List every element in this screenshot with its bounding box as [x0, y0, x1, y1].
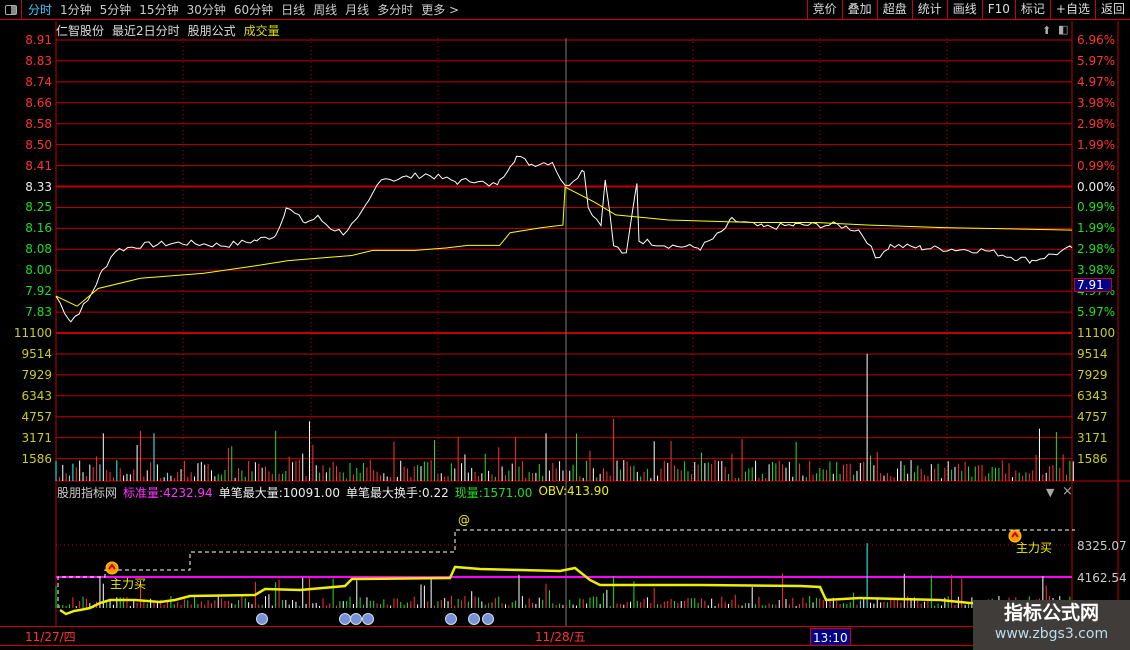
percent-axis-label: 3.98% [1077, 263, 1116, 278]
price-axis-label: 8.91 [25, 33, 52, 47]
price-axis-label: 8.25 [25, 200, 52, 215]
cur-value: 1571.00 [482, 486, 533, 500]
current-price-tag: 7.91 [1074, 278, 1112, 292]
volume-axis-label: 1586 [21, 451, 52, 466]
dropdown-icon[interactable]: ▼ [1046, 486, 1054, 499]
price-line [55, 155, 1073, 323]
obv-label: OBV: [538, 484, 568, 498]
price-axis-label: 8.16 [25, 221, 52, 236]
indicator-header: 股朋指标网 标准量:4232.94 单笔最大量:10091.00 单笔最大换手:… [57, 484, 609, 501]
price-axis-label: 8.66 [25, 95, 52, 110]
watermark: 指标公式网 www.zbgs3.com [973, 600, 1130, 650]
percent-axis-label: 0.99% [1077, 200, 1116, 215]
max-label: 单笔最大量: [218, 486, 283, 500]
sad-face-icon [256, 613, 268, 625]
price-axis-label: 8.08 [25, 242, 52, 257]
signal-label-2: 主力买 [1016, 541, 1053, 555]
price-axis-label: 8.33 [25, 179, 52, 194]
price-axis-label: 8.83 [25, 53, 52, 68]
date-label-1: 11/27/四 [25, 630, 76, 644]
cur-label: 现量: [454, 486, 483, 500]
volume-axis-label: 4757 [21, 409, 52, 424]
close-icon[interactable]: × [1062, 484, 1073, 499]
date-label-2: 11/28/五 [535, 630, 586, 644]
price-axis-label: 7.83 [25, 305, 52, 320]
max-value: 10091.00 [282, 486, 340, 500]
volume-axis-label: 7929 [21, 367, 52, 382]
price-axis-label: 8.58 [25, 116, 52, 131]
price-axis-label: 8.74 [25, 74, 52, 89]
indicator-level-high: 8325.07 [1077, 539, 1127, 553]
percent-axis-label: 4.97% [1077, 74, 1116, 89]
date-axis: 11/27/四 11/28/五 13:10 [0, 626, 1130, 646]
sad-face-icon [339, 613, 351, 625]
watermark-url: www.zbgs3.com [994, 626, 1109, 642]
volume-axis-label: 9514 [1077, 346, 1108, 361]
volume-axis-label: 6343 [21, 388, 52, 403]
volume-axis-label: 3171 [1077, 430, 1108, 445]
sad-face-icon [350, 613, 362, 625]
volume-axis-label: 1586 [1077, 451, 1108, 466]
percent-axis-label: 3.98% [1077, 95, 1116, 110]
std-value: 4232.94 [163, 486, 213, 500]
price-axis-label: 7.92 [25, 284, 52, 299]
maxturn-value: 0.22 [422, 486, 449, 500]
sad-face-icon [468, 613, 480, 625]
signal-label-1: 主力买 [110, 577, 147, 591]
percent-axis-label: 5.97% [1077, 305, 1116, 320]
percent-axis-label: 1.99% [1077, 137, 1116, 152]
std-label: 标准量: [123, 486, 164, 500]
volume-axis-label: 11100 [13, 326, 52, 341]
volume-axis-label: 7929 [1077, 367, 1108, 382]
average-price-line [55, 186, 1073, 307]
price-axis-label: 8.00 [25, 263, 52, 278]
volume-axis-label: 11100 [1077, 326, 1116, 341]
percent-axis-label: 2.98% [1077, 242, 1116, 257]
volume-axis-label: 4757 [1077, 409, 1108, 424]
percent-axis-label: 1.99% [1077, 221, 1116, 236]
volume-axis-label: 6343 [1077, 388, 1108, 403]
percent-axis-label: 0.00% [1077, 179, 1116, 194]
obv-value: 413.90 [567, 484, 610, 498]
intraday-chart[interactable] [0, 0, 1130, 650]
percent-axis-label: 6.96% [1077, 33, 1116, 47]
sad-face-icon [362, 613, 374, 625]
peak-marker: @ [458, 513, 470, 527]
watermark-title: 指标公式网 [1003, 602, 1099, 624]
volume-axis-label: 3171 [21, 430, 52, 445]
price-axis-label: 8.50 [25, 137, 52, 152]
price-axis-label: 8.41 [25, 158, 52, 173]
percent-axis-label: 2.98% [1077, 116, 1116, 131]
sad-face-icon [482, 613, 494, 625]
percent-axis-label: 0.99% [1077, 158, 1116, 173]
cursor-time: 13:10 [810, 628, 851, 646]
sad-face-icon [445, 613, 457, 625]
percent-axis-label: 5.97% [1077, 53, 1116, 68]
maxturn-label: 单笔最大换手: [346, 486, 423, 500]
indicator-name: 股朋指标网 [57, 486, 118, 500]
volume-axis-label: 9514 [21, 346, 52, 361]
indicator-level-low: 4162.54 [1077, 571, 1127, 585]
